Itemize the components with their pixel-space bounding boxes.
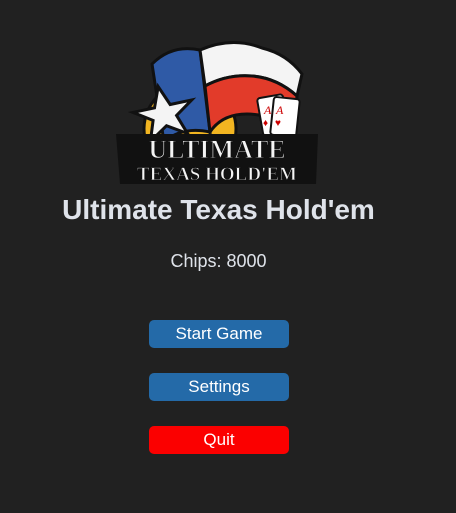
game-logo: A A ♦ ♥ ULTIMATE TEXAS HOLD'EM (112, 34, 322, 186)
quit-button[interactable]: Quit (149, 426, 289, 454)
chips-counter: Chips: 8000 (170, 251, 267, 271)
start-game-button[interactable]: Start Game (149, 320, 289, 348)
card-rank: A (275, 103, 284, 117)
logo-line1: ULTIMATE (148, 135, 285, 164)
card-rank: A (263, 103, 272, 117)
settings-button[interactable]: Settings (149, 373, 289, 401)
svg-text:♦: ♦ (263, 118, 268, 129)
game-title: Ultimate Texas Hold'em (62, 194, 375, 225)
playing-card-icon: A A ♦ ♥ (256, 93, 301, 138)
logo-line2: TEXAS HOLD'EM (137, 164, 297, 185)
svg-text:♥: ♥ (275, 118, 281, 129)
